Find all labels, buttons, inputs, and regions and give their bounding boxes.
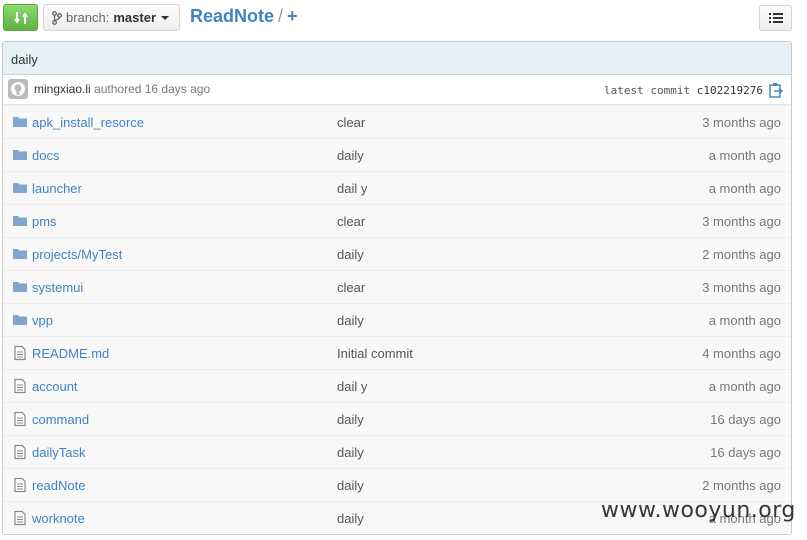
file-commit-message[interactable]: daily <box>337 313 364 328</box>
avatar[interactable] <box>8 79 28 99</box>
branch-name: master <box>113 10 157 25</box>
clipboard-icon <box>769 83 784 98</box>
commit-sha-link[interactable]: c102219276 <box>697 84 763 97</box>
table-row[interactable]: README.md Initial commit 4 months ago <box>3 336 791 369</box>
compare-button[interactable] <box>3 4 38 31</box>
file-name-link[interactable]: worknote <box>32 511 85 526</box>
file-age: a month ago <box>708 181 781 196</box>
file-age: 2 months ago <box>702 478 781 493</box>
file-icon <box>12 444 28 460</box>
authored-time: authored 16 days ago <box>94 82 211 96</box>
file-age: a month ago <box>708 379 781 394</box>
file-icon <box>12 510 28 526</box>
list-icon <box>768 13 783 23</box>
table-row[interactable]: vpp daily a month ago <box>3 303 791 336</box>
folder-icon <box>12 213 28 229</box>
table-row[interactable]: account dail y a month ago <box>3 369 791 402</box>
file-commit-message[interactable]: daily <box>337 445 364 460</box>
table-row[interactable]: projects/MyTest daily 2 months ago <box>3 237 791 270</box>
file-name-link[interactable]: vpp <box>32 313 53 328</box>
commit-meta: mingxiao.li authored 16 days ago latest … <box>3 75 791 105</box>
file-browser: daily mingxiao.li authored 16 days ago l… <box>2 41 792 535</box>
file-commit-message[interactable]: clear <box>337 115 365 130</box>
folder-icon <box>12 147 28 163</box>
file-name-link[interactable]: readNote <box>32 478 85 493</box>
file-name-link[interactable]: docs <box>32 148 59 163</box>
file-name-link[interactable]: launcher <box>32 181 82 196</box>
file-icon <box>12 345 28 361</box>
file-name-link[interactable]: dailyTask <box>32 445 85 460</box>
file-commit-message[interactable]: Initial commit <box>337 346 413 361</box>
file-name-link[interactable]: apk_install_resorce <box>32 115 144 130</box>
file-name-link[interactable]: account <box>32 379 78 394</box>
file-icon <box>12 411 28 427</box>
file-name-link[interactable]: systemui <box>32 280 83 295</box>
file-age: 16 days ago <box>710 445 781 460</box>
file-age: 3 months ago <box>702 214 781 229</box>
folder-icon <box>12 279 28 295</box>
table-row[interactable]: launcher dail y a month ago <box>3 171 791 204</box>
file-name-link[interactable]: README.md <box>32 346 109 361</box>
table-row[interactable]: dailyTask daily 16 days ago <box>3 435 791 468</box>
file-commit-message[interactable]: dail y <box>337 181 367 196</box>
new-file-button[interactable]: + <box>287 6 298 26</box>
breadcrumb: ReadNote / + <box>190 6 298 27</box>
branch-label: branch: <box>66 10 110 25</box>
github-icon <box>11 82 25 96</box>
branch-selector[interactable]: branch: master <box>43 4 180 31</box>
copy-sha-button[interactable] <box>769 82 784 101</box>
table-row[interactable]: readNote daily 2 months ago <box>3 468 791 501</box>
file-commit-message[interactable]: daily <box>337 148 364 163</box>
latest-commit-label: latest commit <box>604 84 691 97</box>
watermark: www.wooyun.org <box>601 498 796 523</box>
breadcrumb-separator: / <box>278 6 284 26</box>
chevron-down-icon <box>161 15 170 20</box>
file-name-link[interactable]: command <box>32 412 89 427</box>
repo-name-link[interactable]: ReadNote <box>190 6 274 26</box>
folder-icon <box>12 114 28 130</box>
file-age: 3 months ago <box>702 280 781 295</box>
file-commit-message[interactable]: clear <box>337 214 365 229</box>
file-age: 2 months ago <box>702 247 781 262</box>
list-view-button[interactable] <box>759 5 792 31</box>
file-age: 3 months ago <box>702 115 781 130</box>
file-commit-message[interactable]: daily <box>337 478 364 493</box>
file-age: a month ago <box>708 148 781 163</box>
file-name-link[interactable]: projects/MyTest <box>32 247 122 262</box>
table-row[interactable]: pms clear 3 months ago <box>3 204 791 237</box>
file-age: a month ago <box>708 313 781 328</box>
file-commit-message[interactable]: dail y <box>337 379 367 394</box>
file-commit-message[interactable]: daily <box>337 247 364 262</box>
folder-icon <box>12 180 28 196</box>
compare-icon <box>13 11 28 24</box>
file-commit-message[interactable]: daily <box>337 511 364 526</box>
file-icon <box>12 477 28 493</box>
table-row[interactable]: command daily 16 days ago <box>3 402 791 435</box>
folder-icon <box>12 312 28 328</box>
file-name-link[interactable]: pms <box>32 214 57 229</box>
file-commit-message[interactable]: clear <box>337 280 365 295</box>
branch-icon <box>52 10 62 25</box>
table-row[interactable]: docs daily a month ago <box>3 138 791 171</box>
repo-toolbar: branch: master ReadNote / + <box>0 0 807 36</box>
file-age: 16 days ago <box>710 412 781 427</box>
table-row[interactable]: systemui clear 3 months ago <box>3 270 791 303</box>
commit-message[interactable]: daily <box>3 42 791 75</box>
file-commit-message[interactable]: daily <box>337 412 364 427</box>
folder-icon <box>12 246 28 262</box>
table-row[interactable]: apk_install_resorce clear 3 months ago <box>3 105 791 138</box>
file-age: 4 months ago <box>702 346 781 361</box>
author-link[interactable]: mingxiao.li <box>34 82 91 96</box>
commit-author-line: mingxiao.li authored 16 days ago <box>34 82 210 96</box>
file-icon <box>12 378 28 394</box>
latest-commit: latest commit c102219276 <box>604 84 763 97</box>
